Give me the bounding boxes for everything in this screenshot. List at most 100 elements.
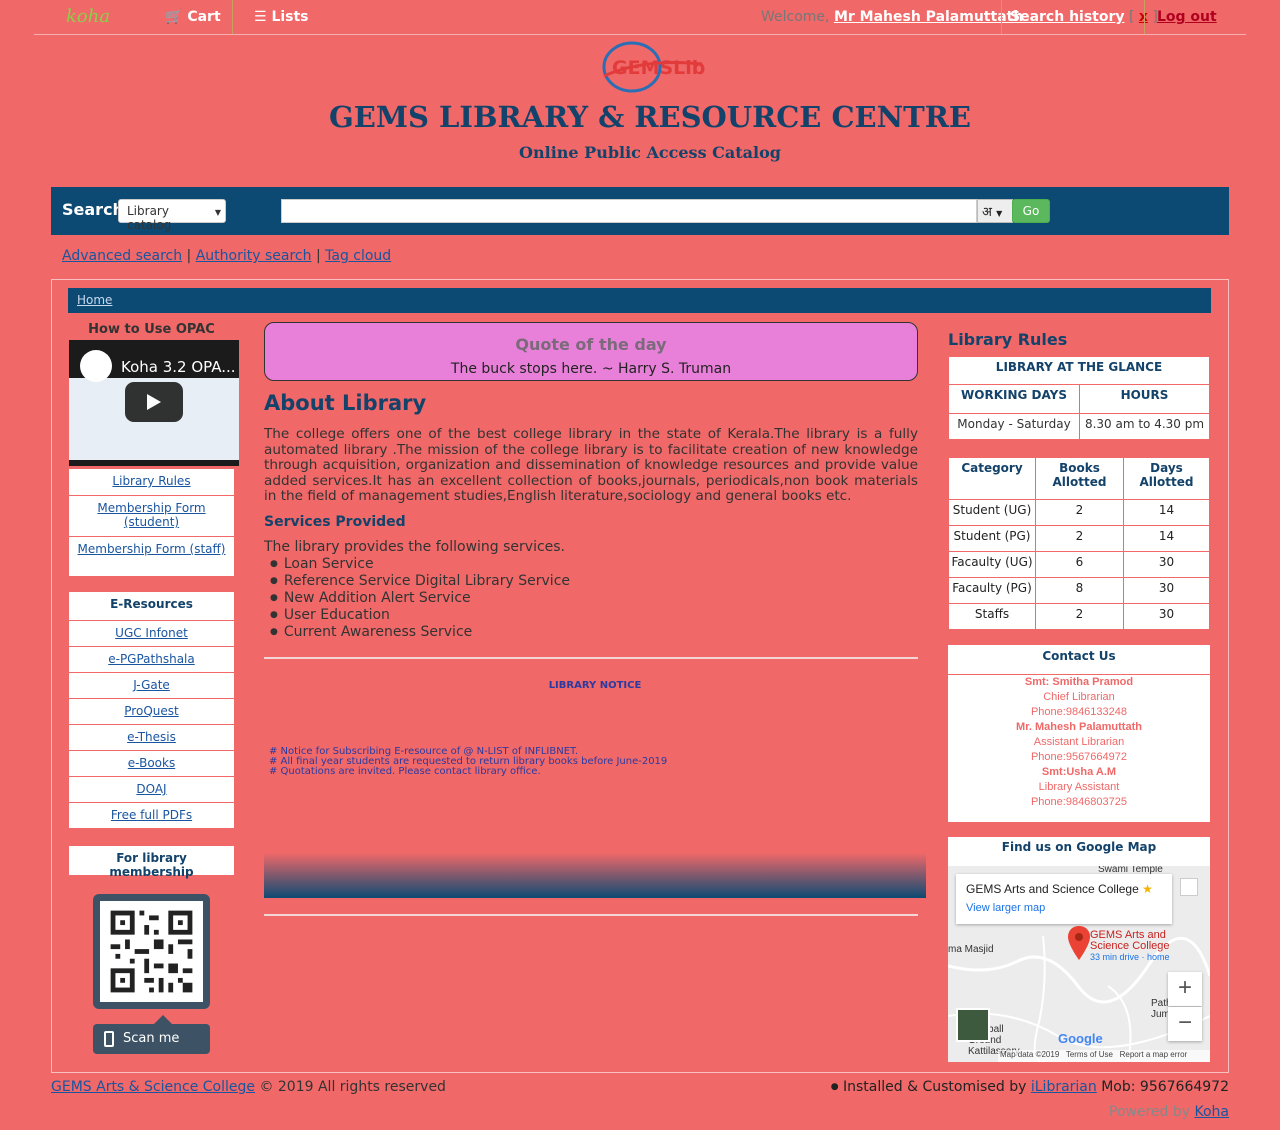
eresources-heading: E-Resources — [69, 592, 234, 621]
eresource-link[interactable]: e-Books — [128, 756, 175, 770]
go-button[interactable]: Go — [1012, 199, 1050, 223]
eresource-link[interactable]: Free full PDFs — [111, 808, 192, 822]
membership-form-staff-link[interactable]: Membership Form (staff) — [78, 542, 226, 556]
eresource-link[interactable]: e-PGPathshala — [108, 652, 195, 666]
working-days-header: WORKING DAYS — [948, 384, 1080, 414]
eresources-box: E-Resources UGC Infonet e-PGPathshala J-… — [69, 592, 234, 828]
about-title: About Library — [264, 391, 427, 415]
table-cell: Staffs — [948, 603, 1036, 630]
eresource-link[interactable]: ProQuest — [124, 704, 178, 718]
zoom-in-button[interactable]: + — [1168, 972, 1202, 1006]
view-larger-map-link[interactable]: View larger map — [966, 902, 1162, 914]
eresource-link[interactable]: UGC Infonet — [115, 626, 188, 640]
list-item: Loan Service — [270, 556, 570, 573]
table-cell: 2 — [1035, 525, 1124, 552]
services-list: Loan Service Reference Service Digital L… — [270, 556, 570, 641]
top-navbar: koha 🛒 Cart ☰ Lists Welcome, Mr Mahesh P… — [34, 0, 1246, 35]
mobile-text: Mob: 9567664972 — [1101, 1079, 1229, 1095]
nav-divider — [1001, 0, 1002, 34]
breadcrumb: Home — [68, 288, 1211, 313]
search-scope-select[interactable]: Library catalog ▼ — [118, 199, 226, 232]
list-item: Membership Form (student) — [69, 496, 234, 537]
eresource-link[interactable]: DOAJ — [136, 782, 166, 796]
keyboard-language-button[interactable]: अ ▼ — [977, 199, 1013, 223]
divider — [264, 914, 918, 916]
contact-line: Phone:9846133248 — [1030, 706, 1128, 718]
powered-label: Powered by — [1108, 1104, 1191, 1120]
search-scope-value: Library catalog — [127, 204, 172, 232]
table-cell: Student (PG) — [948, 525, 1036, 552]
services-intro: The library provides the following servi… — [264, 539, 566, 555]
contact-line: Chief Librarian — [1043, 691, 1115, 703]
table-header: Category — [948, 457, 1036, 500]
chevron-down-icon: ▼ — [996, 209, 1003, 218]
cart-button[interactable]: 🛒 Cart — [165, 9, 221, 25]
contact-us-box: Contact Us Smt: Smitha Pramod Chief Libr… — [948, 645, 1210, 822]
terms-link[interactable]: Terms of Use — [1066, 1050, 1113, 1059]
report-error-link[interactable]: Report a map error — [1120, 1050, 1188, 1059]
lists-button[interactable]: ☰ Lists — [254, 9, 309, 25]
advanced-search-link[interactable]: Advanced search — [62, 248, 182, 264]
welcome-message: Welcome, Mr Mahesh Palamuttath — [761, 9, 1023, 25]
installer-link[interactable]: iLibrarian — [1031, 1079, 1097, 1095]
divider — [264, 657, 918, 659]
map-data-label: Map data ©2019 — [1000, 1050, 1060, 1059]
google-logo: Google — [1058, 1031, 1103, 1046]
star-icon[interactable]: ★ — [1142, 882, 1153, 896]
membership-heading: For library membership — [109, 851, 194, 879]
chevron-down-icon: ▼ — [214, 208, 221, 217]
play-icon[interactable] — [125, 382, 183, 422]
working-days-value: Monday - Saturday — [948, 413, 1080, 440]
table-cell: Student (UG) — [948, 499, 1036, 526]
koha-link[interactable]: Koha — [1194, 1104, 1229, 1120]
nav-divider — [1144, 0, 1145, 34]
table-cell: 2 — [1035, 499, 1124, 526]
table-cell: 6 — [1035, 551, 1124, 578]
koha-logo[interactable]: koha — [66, 6, 110, 27]
eresource-link[interactable]: J-Gate — [133, 678, 170, 692]
user-name-link[interactable]: Mr Mahesh Palamuttath — [834, 9, 1023, 25]
search-history-link[interactable]: Search history — [1010, 9, 1125, 25]
satellite-toggle[interactable] — [956, 1008, 990, 1042]
logout-link[interactable]: Log out — [1157, 9, 1217, 25]
qr-code-icon — [100, 901, 203, 1002]
contact-line: Phone:9846803725 — [1030, 796, 1128, 808]
college-link[interactable]: GEMS Arts & Science College — [51, 1079, 255, 1095]
notice-line: # Quotations are invited. Please contact… — [269, 766, 541, 777]
fullscreen-icon[interactable] — [1180, 878, 1198, 896]
list-item: New Addition Alert Service — [270, 590, 570, 607]
library-glance-table: LIBRARY AT THE GLANCE WORKING DAYS HOURS … — [948, 356, 1210, 440]
table-row: Student (UG) 2 14 — [948, 499, 1210, 526]
services-title: Services Provided — [264, 514, 406, 530]
search-input[interactable] — [281, 199, 977, 223]
library-rules-heading: Library Rules — [948, 330, 1068, 349]
library-rules-link[interactable]: Library Rules — [112, 474, 190, 488]
table-header: Days Allotted — [1123, 457, 1210, 500]
gemslib-logo[interactable]: GEMSLib — [584, 40, 718, 94]
opac-video-player[interactable]: Koha 3.2 OPA... — [69, 340, 239, 466]
lists-label: Lists — [271, 9, 309, 25]
map-pin-icon[interactable] — [1068, 926, 1090, 960]
about-text: The college offers one of the best colle… — [264, 426, 918, 504]
nav-divider — [232, 0, 233, 34]
site-subtitle: Online Public Access Catalog — [519, 143, 781, 162]
video-title: Koha 3.2 OPA... — [121, 358, 236, 376]
google-map[interactable]: Swami Temple ma Masjid Pathiram Juma M F… — [948, 866, 1210, 1062]
hours-value: 8.30 am to 4.30 pm — [1079, 413, 1210, 440]
language-glyph: अ — [982, 205, 992, 220]
table-row: Facaulty (PG) 8 30 — [948, 577, 1210, 604]
eresource-link[interactable]: e-Thesis — [127, 730, 176, 744]
library-notices: # Notice for Subscribing E-resource of @… — [269, 747, 667, 777]
tag-cloud-link[interactable]: Tag cloud — [325, 248, 391, 264]
table-cell: 2 — [1035, 603, 1124, 630]
more-search-links: Advanced search | Authority search | Tag… — [62, 248, 392, 264]
authority-search-link[interactable]: Authority search — [196, 248, 312, 264]
contact-line: Smt: Smitha Pramod — [1024, 676, 1134, 688]
quote-of-the-day: Quote of the day The buck stops here. ~ … — [264, 322, 918, 381]
site-title: GEMS LIBRARY & RESOURCE CENTRE — [329, 100, 971, 134]
zoom-out-button[interactable]: − — [1168, 1007, 1202, 1041]
table-row: Student (PG) 2 14 — [948, 525, 1210, 552]
breadcrumb-home[interactable]: Home — [77, 293, 112, 307]
membership-form-student-link[interactable]: Membership Form (student) — [97, 501, 205, 529]
membership-box: For library membership — [69, 846, 234, 879]
